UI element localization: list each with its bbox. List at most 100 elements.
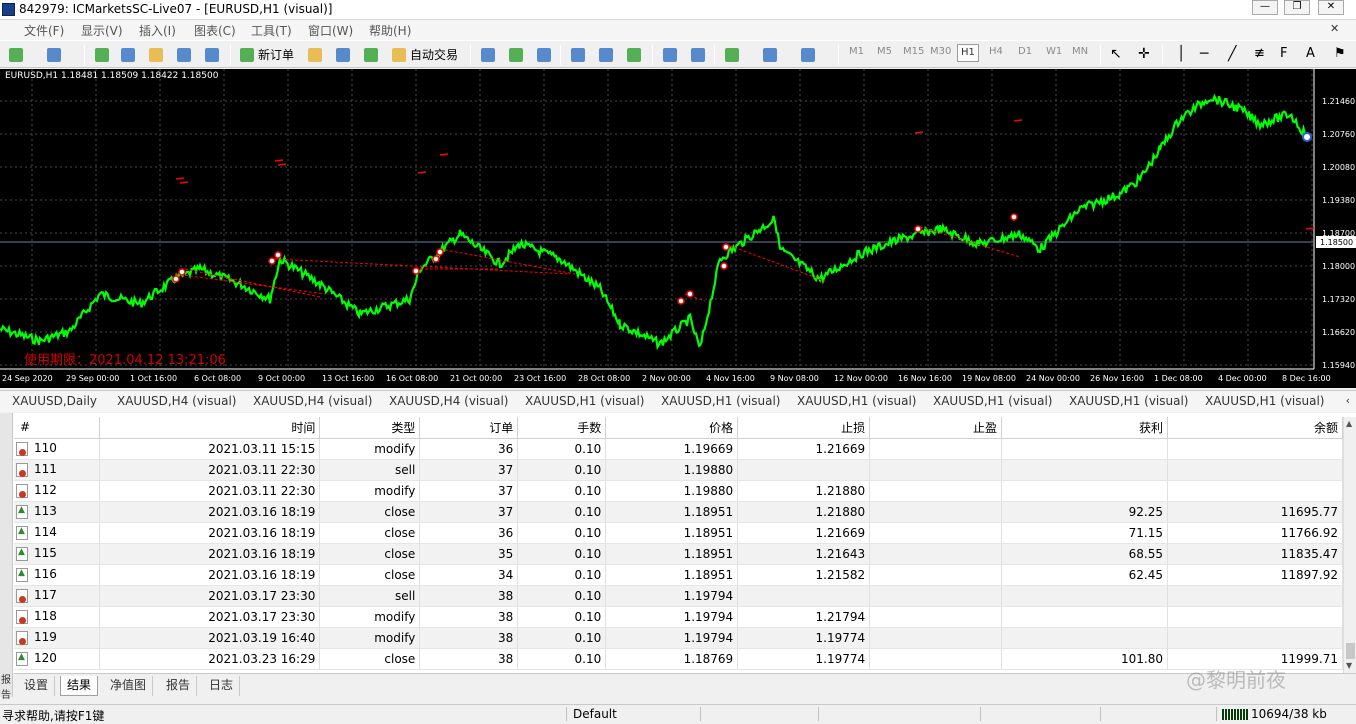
tab-xauusd-h1-5[interactable]: XAUUSD,H1 (visual) bbox=[1069, 394, 1188, 408]
col-type[interactable]: 类型 bbox=[319, 417, 421, 439]
new-order-icon[interactable] bbox=[237, 45, 257, 65]
navigator-icon[interactable] bbox=[146, 45, 166, 65]
new-order-button[interactable]: 新订单 bbox=[258, 46, 294, 63]
tester-icon[interactable] bbox=[202, 45, 222, 65]
text-tool-icon[interactable]: A bbox=[1306, 46, 1315, 61]
tab-xauusd-h1-4[interactable]: XAUUSD,H1 (visual) bbox=[933, 394, 1052, 408]
col-profit[interactable]: 获利 bbox=[1001, 417, 1168, 439]
timeframe-m5[interactable]: M5 bbox=[877, 46, 892, 57]
menu-view[interactable]: 显示(V) bbox=[81, 22, 123, 39]
timeframe-d1[interactable]: D1 bbox=[1018, 46, 1032, 57]
scroll-down-icon[interactable]: ▼ bbox=[1346, 661, 1352, 670]
menu-insert[interactable]: 插入(I) bbox=[139, 22, 176, 39]
table-row[interactable]: 110 2021.03.11 15:15 modify 36 0.10 1.19669 1.… bbox=[14, 438, 1344, 460]
new-chart-icon[interactable] bbox=[6, 45, 26, 65]
signals-icon[interactable] bbox=[333, 45, 353, 65]
tabs-scroll-icon[interactable]: ‹ bbox=[1346, 394, 1350, 407]
col-price[interactable]: 价格 bbox=[605, 417, 739, 439]
tab-report[interactable]: 报告 bbox=[160, 676, 198, 696]
menu-help[interactable]: 帮助(H) bbox=[369, 22, 411, 39]
table-row[interactable]: 119 2021.03.19 16:40 modify 38 0.10 1.19794 1.… bbox=[14, 627, 1344, 649]
col-balance[interactable]: 余额 bbox=[1167, 417, 1344, 439]
chart-canvas[interactable]: 1.214601.207601.200801.193801.187001.180… bbox=[0, 69, 1356, 388]
tab-settings[interactable]: 设置 bbox=[18, 676, 56, 696]
menu-tools[interactable]: 工具(T) bbox=[251, 22, 292, 39]
zoom-in-icon[interactable] bbox=[568, 45, 588, 65]
bar-chart-icon[interactable] bbox=[478, 45, 498, 65]
tab-equity-graph[interactable]: 净值图 bbox=[104, 676, 154, 696]
periods-icon[interactable] bbox=[760, 45, 780, 65]
auto-scroll-icon[interactable] bbox=[688, 45, 708, 65]
table-row[interactable]: 111 2021.03.11 22:30 sell 37 0.10 1.19880 bbox=[14, 459, 1344, 481]
timeframe-w1[interactable]: W1 bbox=[1046, 46, 1062, 57]
tab-journal[interactable]: 日志 bbox=[203, 676, 241, 696]
channel-icon[interactable]: ≢ bbox=[1254, 46, 1265, 61]
tile-windows-icon[interactable] bbox=[624, 45, 644, 65]
auto-trading-button[interactable]: 自动交易 bbox=[410, 46, 458, 63]
chart-shift-icon[interactable] bbox=[660, 45, 680, 65]
tab-xauusd-daily[interactable]: XAUUSD,Daily bbox=[12, 394, 97, 408]
order-level-mark bbox=[277, 163, 287, 166]
col-tp[interactable]: 止盈 bbox=[869, 417, 1003, 439]
metaeditor-icon[interactable] bbox=[305, 45, 325, 65]
indicators-icon[interactable] bbox=[722, 45, 742, 65]
timeframe-m30[interactable]: M30 bbox=[930, 46, 951, 57]
templates-icon[interactable] bbox=[798, 45, 818, 65]
market-watch-icon[interactable] bbox=[92, 45, 112, 65]
table-row[interactable]: 116 2021.03.16 18:19close340.101.189511.2… bbox=[14, 564, 1344, 586]
chart-close-icon[interactable]: ✕ bbox=[1330, 22, 1342, 35]
fibonacci-icon[interactable]: F bbox=[1280, 46, 1287, 61]
price-chart[interactable]: 1.21460 1.20760 1.20080 1.19380 1.18700 1.180… bbox=[0, 69, 1356, 388]
col-order[interactable]: 订单 bbox=[419, 417, 519, 439]
col-number[interactable]: # bbox=[14, 417, 101, 439]
zoom-out-icon[interactable] bbox=[596, 45, 616, 65]
timeframe-m15[interactable]: M15 bbox=[903, 46, 924, 57]
col-lots[interactable]: 手数 bbox=[517, 417, 607, 439]
tab-xauusd-h1-1[interactable]: XAUUSD,H1 (visual) bbox=[525, 394, 644, 408]
table-row[interactable]: 120 2021.03.23 16:29close380.101.187691.1… bbox=[14, 648, 1344, 670]
col-sl[interactable]: 止损 bbox=[737, 417, 871, 439]
horizontal-line-icon[interactable]: ─ bbox=[1200, 46, 1208, 62]
timeframe-h4[interactable]: H4 bbox=[989, 46, 1003, 57]
label-tool-icon[interactable]: ⚑ bbox=[1334, 46, 1346, 61]
scroll-thumb[interactable] bbox=[1346, 643, 1355, 659]
menu-file[interactable]: 文件(F) bbox=[24, 22, 64, 39]
trendline-icon[interactable]: ╱ bbox=[1228, 46, 1236, 62]
table-row[interactable]: 118 2021.03.17 23:30 modify 38 0.10 1.19794 1.… bbox=[14, 606, 1344, 628]
tab-xauusd-h4-1[interactable]: XAUUSD,H4 (visual) bbox=[117, 394, 236, 408]
table-row[interactable]: 113 2021.03.16 18:19close370.101.189511.2… bbox=[14, 501, 1344, 523]
cursor-icon[interactable]: ↖ bbox=[1110, 46, 1122, 62]
tab-xauusd-h1-3[interactable]: XAUUSD,H1 (visual) bbox=[797, 394, 916, 408]
col-time[interactable]: 时间 bbox=[99, 417, 321, 439]
timeframe-m1[interactable]: M1 bbox=[849, 46, 864, 57]
close-button[interactable]: ✕ bbox=[1318, 0, 1344, 15]
tab-xauusd-h4-2[interactable]: XAUUSD,H4 (visual) bbox=[253, 394, 372, 408]
menu-window[interactable]: 窗口(W) bbox=[308, 22, 353, 39]
minimize-button[interactable]: — bbox=[1252, 0, 1278, 15]
scroll-up-icon[interactable]: ▲ bbox=[1346, 419, 1352, 428]
table-row[interactable]: 112 2021.03.11 22:30 modify 37 0.10 1.19880 1.… bbox=[14, 480, 1344, 502]
table-row[interactable]: 117 2021.03.17 23:30 sell 38 0.10 1.19794 bbox=[14, 585, 1344, 607]
timeframe-mn[interactable]: MN bbox=[1072, 46, 1088, 57]
market-icon[interactable] bbox=[361, 45, 381, 65]
tab-xauusd-h4-3[interactable]: XAUUSD,H4 (visual) bbox=[389, 394, 508, 408]
auto-trading-icon[interactable] bbox=[389, 45, 409, 65]
restore-button[interactable]: ❐ bbox=[1284, 0, 1310, 15]
tab-xauusd-h1-2[interactable]: XAUUSD,H1 (visual) bbox=[661, 394, 780, 408]
profiles-icon[interactable] bbox=[44, 45, 64, 65]
tab-xauusd-h1-6[interactable]: XAUUSD,H1 (visual) bbox=[1205, 394, 1324, 408]
line-chart-icon[interactable] bbox=[534, 45, 554, 65]
results-scrollbar[interactable]: ▲ ▼ bbox=[1343, 417, 1356, 673]
crosshair-icon[interactable]: ✛ bbox=[1138, 46, 1150, 62]
data-window-icon[interactable] bbox=[118, 45, 138, 65]
order-level-mark bbox=[417, 171, 427, 174]
vertical-line-icon[interactable]: │ bbox=[1177, 46, 1185, 62]
menu-chart[interactable]: 图表(C) bbox=[194, 22, 236, 39]
tab-results[interactable]: 结果 bbox=[60, 676, 99, 696]
candlestick-icon[interactable] bbox=[506, 45, 526, 65]
table-row[interactable]: 114 2021.03.16 18:19close360.101.189511.2… bbox=[14, 522, 1344, 544]
timeframe-h1[interactable]: H1 bbox=[957, 44, 979, 62]
terminal-icon[interactable] bbox=[174, 45, 194, 65]
table-row[interactable]: 115 2021.03.16 18:19close350.101.189511.2… bbox=[14, 543, 1344, 565]
cell-type: sell bbox=[319, 459, 421, 481]
